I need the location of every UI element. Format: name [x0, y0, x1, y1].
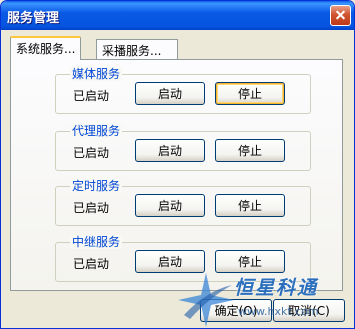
tab-capture-broadcast-services-label: 采播服务...: [102, 44, 162, 58]
tab-system-services[interactable]: 系统服务...: [10, 36, 82, 60]
title-bar[interactable]: 服务管理: [1, 1, 354, 30]
media-service-title: 媒体服务: [70, 67, 123, 81]
proxy-service-start-button[interactable]: 启动: [135, 139, 205, 162]
media-service-start-button[interactable]: 启动: [135, 82, 205, 105]
proxy-service-title: 代理服务: [70, 124, 123, 138]
proxy-service-status: 已启动: [73, 146, 110, 160]
scheduled-service-stop-button[interactable]: 停止: [215, 194, 285, 217]
relay-service-group: 中继服务 已启动 启动 停止: [55, 235, 311, 282]
tab-panel: 媒体服务 已启动 启动 停止 代理服务 已启动 启动 停止 定时服务 已启动 启…: [10, 59, 343, 291]
ok-button[interactable]: 确定(O): [200, 299, 272, 322]
proxy-service-stop-button[interactable]: 停止: [215, 139, 285, 162]
close-button[interactable]: [330, 5, 351, 26]
window-title: 服务管理: [7, 11, 60, 26]
proxy-service-group: 代理服务 已启动 启动 停止: [55, 124, 311, 171]
scheduled-service-start-button[interactable]: 启动: [135, 194, 205, 217]
scheduled-service-group: 定时服务 已启动 启动 停止: [55, 179, 311, 226]
tab-system-services-label: 系统服务...: [16, 42, 76, 56]
relay-service-status: 已启动: [73, 257, 110, 271]
service-manager-window: 服务管理 系统服务... 采播服务... 媒体服务 已启动 启动 停止 代理服务…: [0, 0, 355, 329]
relay-service-start-button[interactable]: 启动: [135, 250, 205, 273]
relay-service-stop-button[interactable]: 停止: [215, 250, 285, 273]
relay-service-title: 中继服务: [70, 235, 123, 249]
media-service-status: 已启动: [73, 89, 110, 103]
scheduled-service-status: 已启动: [73, 201, 110, 215]
scheduled-service-title: 定时服务: [70, 179, 123, 193]
media-service-stop-button[interactable]: 停止: [215, 82, 285, 105]
cancel-button[interactable]: 取消(C): [273, 299, 345, 322]
tab-capture-broadcast-services[interactable]: 采播服务...: [96, 39, 178, 59]
media-service-group: 媒体服务 已启动 启动 停止: [55, 67, 311, 114]
